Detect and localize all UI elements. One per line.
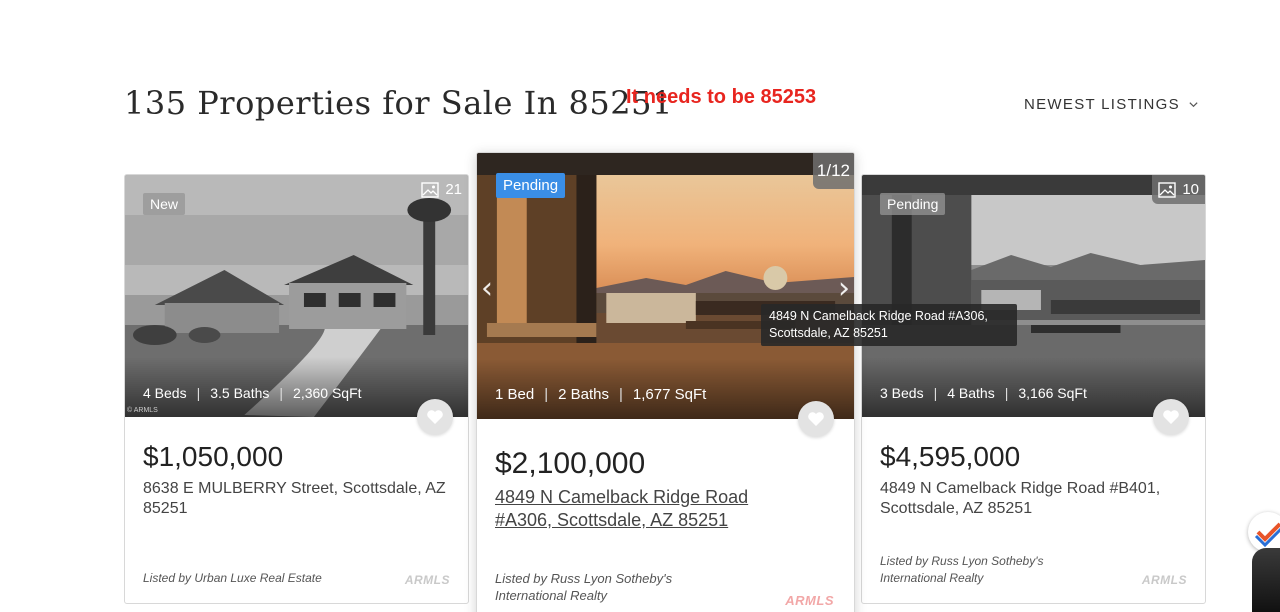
next-photo-button[interactable]: ›: [838, 271, 850, 306]
listing-price: $4,595,000: [880, 441, 1021, 472]
listing-price: $2,100,000: [495, 447, 646, 480]
sqft: 1,677 SqFt: [632, 386, 707, 403]
image-icon: [1158, 181, 1177, 198]
beds: 1 Bed: [495, 386, 535, 403]
beds: 3 Beds: [880, 385, 924, 401]
listed-by: Listed by Russ Lyon Sotheby's Internatio…: [495, 571, 673, 603]
beds: 4 Beds: [143, 385, 187, 401]
listing-stats: 3 Beds | 4 Baths | 3,166 SqFt: [880, 385, 1087, 401]
heart-icon: [808, 412, 824, 426]
heart-icon: [1163, 410, 1179, 424]
baths: 2 Baths: [558, 386, 609, 403]
sort-label: NEWEST LISTINGS: [1024, 96, 1180, 113]
listed-by: Listed by Urban Luxe Real Estate: [143, 571, 322, 585]
armls-logo: ARMLS: [1141, 573, 1187, 587]
photo-count: 21: [415, 175, 468, 204]
chevron-left-icon: ‹: [481, 271, 493, 306]
listed-by: Listed by Russ Lyon Sotheby's Internatio…: [880, 554, 1044, 585]
listing-address[interactable]: 8638 E MULBERRY Street, Scottsdale, AZ 8…: [143, 479, 453, 519]
listing-photo[interactable]: New 21 4 Beds | 3.5 Baths | 2,360 SqFt ©…: [125, 175, 468, 417]
baths: 4 Baths: [947, 385, 995, 401]
sort-dropdown[interactable]: NEWEST LISTINGS: [1024, 96, 1199, 113]
listing-stats: 1 Bed | 2 Baths | 1,677 SqFt: [495, 386, 707, 403]
listing-stats: 4 Beds | 3.5 Baths | 2,360 SqFt: [143, 385, 362, 401]
new-badge: New: [143, 193, 186, 215]
photo-credit: © ARMLS: [127, 407, 158, 414]
listing-address[interactable]: 4849 N Camelback Ridge Road #B401, Scott…: [880, 479, 1180, 519]
pending-badge: Pending: [496, 173, 566, 198]
chat-widget-button[interactable]: [1248, 512, 1280, 552]
address-tooltip: 4849 N Camelback Ridge Road #A306, Scott…: [761, 304, 1017, 346]
armls-logo: ARMLS: [785, 593, 834, 608]
listing-price: $1,050,000: [143, 441, 284, 472]
prev-photo-button[interactable]: ‹: [481, 271, 493, 306]
armls-logo: ARMLS: [404, 573, 450, 587]
sqft: 3,166 SqFt: [1018, 385, 1087, 401]
favorite-button[interactable]: [1153, 399, 1189, 435]
sqft: 2,360 SqFt: [293, 385, 362, 401]
page-title: 135 Properties for Sale In 85251: [124, 84, 673, 122]
favorite-button[interactable]: [417, 399, 453, 435]
listing-card[interactable]: Pending 10 3 Beds | 4 Baths | 3,166 SqFt…: [861, 174, 1206, 604]
annotation-note: It needs to be 85253: [626, 86, 817, 108]
baths: 3.5 Baths: [210, 385, 270, 401]
image-icon: [421, 181, 440, 198]
listing-photo[interactable]: Pending 1/12 ‹ › 1 Bed | 2 Baths | 1,677…: [477, 153, 854, 419]
listing-card[interactable]: New 21 4 Beds | 3.5 Baths | 2,360 SqFt ©…: [124, 174, 469, 604]
listing-card-featured[interactable]: Pending 1/12 ‹ › 1 Bed | 2 Baths | 1,677…: [476, 152, 855, 612]
chevron-down-icon: [1189, 102, 1198, 108]
listing-photo[interactable]: Pending 10 3 Beds | 4 Baths | 3,166 SqFt: [862, 175, 1205, 417]
heart-icon: [427, 410, 443, 424]
listing-address-link[interactable]: 4849 N Camelback Ridge Road #A306, Scott…: [495, 486, 748, 532]
photo-count: 1/12: [812, 153, 854, 189]
check-icon: [1254, 522, 1280, 548]
photo-count: 10: [1152, 175, 1205, 204]
favorite-button[interactable]: [798, 401, 834, 437]
agent-avatar[interactable]: [1252, 548, 1280, 612]
pending-badge: Pending: [880, 193, 946, 215]
chevron-right-icon: ›: [838, 271, 850, 306]
